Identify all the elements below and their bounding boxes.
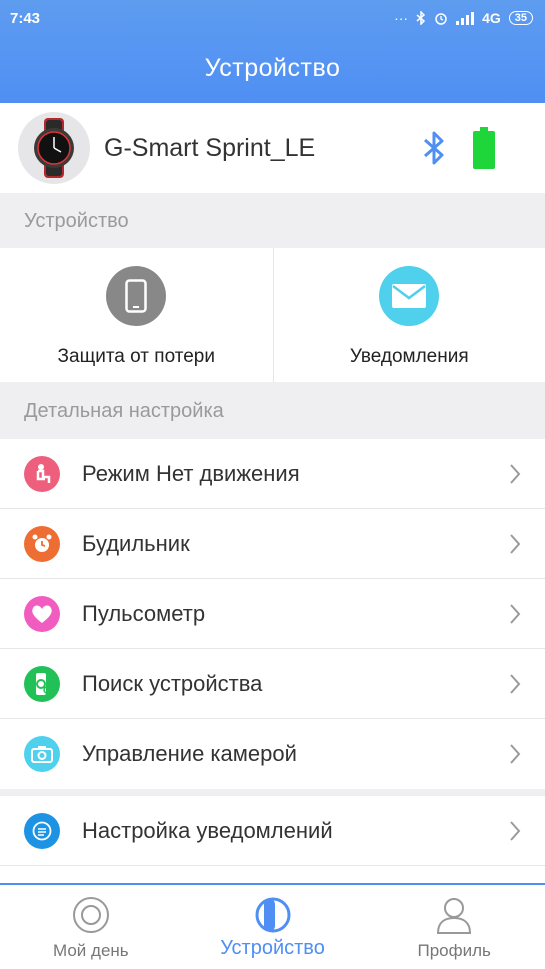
list-item-notification-settings[interactable]: Настройка уведомлений — [0, 796, 545, 866]
alarm-status-icon — [435, 13, 447, 25]
notifications-label: Уведомления — [349, 346, 469, 367]
network-type: 4G — [482, 10, 501, 26]
settings-list: Режим Нет движения Будильник Пульсометр … — [0, 439, 545, 789]
list-item-label: Пульсометр — [82, 600, 206, 626]
bottom-tab-bar: Мой день Устройство Профиль — [0, 883, 545, 969]
list-item-label: Управление камерой — [82, 741, 297, 766]
list-item-label: Поиск устройства — [82, 670, 263, 696]
envelope-icon — [379, 266, 440, 326]
list-item-label: Режим Нет движения — [82, 460, 300, 486]
device-icon — [255, 897, 290, 933]
section-device-header: Устройство — [0, 194, 545, 248]
status-icons: ··· 4G 35 — [394, 10, 533, 26]
tab-label: Мой день — [53, 941, 129, 960]
signal-icon — [456, 11, 475, 25]
notifications-button[interactable]: Уведомления — [272, 248, 545, 382]
find-device-icon — [24, 665, 60, 702]
message-icon — [24, 812, 60, 849]
battery-status: 35 — [508, 11, 533, 25]
tab-label: Профиль — [417, 941, 491, 960]
status-bar: 7:43 ··· 4G 35 — [0, 0, 545, 36]
bluetooth-status-icon — [416, 11, 426, 25]
bluetooth-icon — [424, 131, 444, 165]
tab-label: Устройство — [220, 937, 325, 959]
list-item-find-device[interactable]: Поиск устройства — [0, 649, 545, 719]
heart-icon — [24, 595, 60, 632]
chevron-right-icon — [510, 744, 521, 764]
settings-list-2: Настройка уведомлений — [0, 796, 545, 883]
chevron-right-icon — [510, 463, 521, 484]
tab-profile[interactable]: Профиль — [363, 885, 545, 969]
profile-icon — [437, 898, 472, 934]
status-time: 7:43 — [10, 9, 41, 27]
alarm-clock-icon — [24, 525, 60, 562]
target-icon — [72, 897, 109, 933]
chevron-right-icon — [510, 820, 521, 841]
chevron-right-icon — [510, 533, 521, 554]
quick-actions: Защита от потери Уведомления — [0, 248, 545, 382]
watch-icon — [18, 112, 90, 184]
list-item-partial — [0, 866, 545, 883]
page-title: Устройство — [204, 54, 341, 82]
dots-icon: ··· — [394, 10, 409, 26]
anti-loss-button[interactable]: Защита от потери — [0, 248, 273, 382]
camera-icon — [24, 736, 60, 772]
sitting-person-icon — [24, 455, 60, 492]
list-item-label: Настройка уведомлений — [82, 817, 333, 843]
anti-loss-label: Защита от потери — [57, 346, 215, 367]
section-detail-header: Детальная настройка — [0, 384, 545, 438]
tab-my-day[interactable]: Мой день — [0, 885, 182, 969]
battery-icon — [473, 127, 495, 169]
chevron-right-icon — [510, 603, 521, 624]
list-item-alarm[interactable]: Будильник — [0, 509, 545, 579]
tab-device[interactable]: Устройство — [182, 885, 364, 969]
app-header: 7:43 ··· 4G 35 Устройство — [0, 0, 545, 103]
list-item-heart-rate[interactable]: Пульсометр — [0, 579, 545, 649]
device-name: G-Smart Sprint_LE — [104, 133, 316, 162]
phone-icon — [106, 266, 167, 326]
list-item-inactivity[interactable]: Режим Нет движения — [0, 439, 545, 509]
list-item-label: Будильник — [82, 530, 190, 556]
device-card[interactable]: G-Smart Sprint_LE — [0, 103, 545, 193]
list-item-camera[interactable]: Управление камерой — [0, 719, 545, 789]
chevron-right-icon — [510, 673, 521, 694]
